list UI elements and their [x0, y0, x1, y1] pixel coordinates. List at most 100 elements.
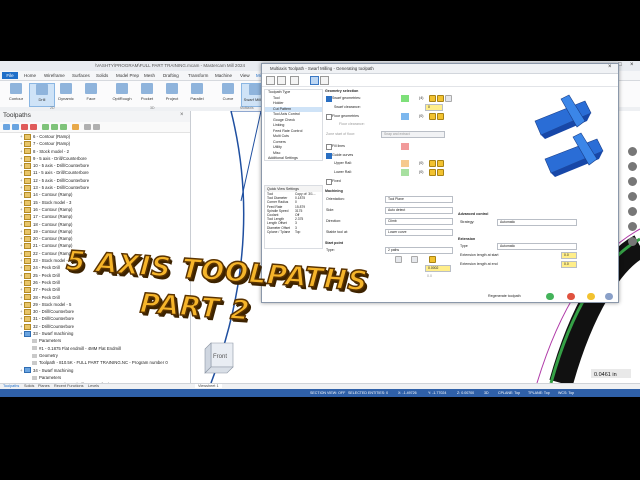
start-point-icon[interactable] — [411, 256, 418, 263]
extension-start-input[interactable]: 0.0 — [561, 252, 577, 259]
toolpath-tree-row[interactable]: +19 - Contour (Ramp) — [0, 228, 190, 235]
toolpath-tree-row[interactable]: +28 - Peck Drill — [0, 294, 190, 301]
ok-check-icon[interactable] — [546, 293, 554, 300]
menu-surfaces[interactable]: Surfaces — [72, 73, 90, 78]
ribbon-drill-button[interactable]: Drill — [29, 83, 55, 107]
toolpath-tree-row[interactable]: +6 - Contour (Ramp) — [0, 133, 190, 140]
toolpath-tree-row[interactable]: +30 - Drill/Counterbore — [0, 308, 190, 315]
orientation-select[interactable]: Tool Plane — [385, 196, 453, 203]
viewport-tool-icon[interactable] — [628, 192, 637, 201]
panel-close-icon[interactable]: × — [180, 112, 184, 118]
toolpath-tree-row[interactable]: Parameters — [0, 374, 190, 381]
lock-icon[interactable] — [93, 124, 100, 130]
toolpath-tree-row[interactable]: +32 - Drill/Counterbore — [0, 323, 190, 330]
start-point-icon[interactable] — [395, 256, 402, 263]
ribbon-face-button[interactable]: Face — [79, 83, 103, 105]
toolpath-tree-row[interactable]: +18 - Contour (Ramp) — [0, 221, 190, 228]
toolpath-tree-row[interactable]: +33 - Swarf machining — [0, 330, 190, 337]
toolpath-tree-row[interactable]: +16 - Contour (Ramp) — [0, 206, 190, 213]
view-options-icon[interactable] — [310, 76, 319, 85]
ribbon-pocket-button[interactable]: Pocket — [135, 83, 159, 105]
viewport-tool-icon[interactable] — [628, 162, 637, 171]
toolpath-tree-row[interactable]: +10 - 5 axis - Drill/Counterbore — [0, 162, 190, 170]
verify-icon[interactable] — [51, 124, 58, 130]
menu-mesh[interactable]: Mesh — [144, 73, 155, 78]
toolpath-tree-row[interactable]: +23 - Stock model - 4 — [0, 257, 190, 264]
extension-type-select[interactable]: Automatic — [497, 243, 577, 250]
tab-levels[interactable]: Levels — [88, 384, 99, 388]
backplot-icon[interactable] — [42, 124, 49, 130]
start-point-pick-icon[interactable] — [429, 256, 436, 263]
status-3d[interactable]: 3D — [484, 391, 489, 395]
toolpath-tree-row[interactable]: +11 - 5 axis - Drill/Counterbore — [0, 169, 190, 177]
status-tplane[interactable]: TPLANE: Top — [528, 391, 550, 395]
post-icon[interactable] — [72, 124, 79, 130]
zone-start-select[interactable]: Snap and extract — [381, 131, 445, 138]
tab-planes[interactable]: Planes — [38, 384, 50, 388]
swarf-clearance-input[interactable]: 0 — [425, 104, 443, 111]
toolpath-tree-row[interactable]: +29 - Stock model - 5 — [0, 301, 190, 308]
start-value-input[interactable]: 0.0002 — [425, 265, 451, 272]
select-swarf-icon[interactable] — [437, 95, 444, 102]
viewport-tool-icon[interactable] — [628, 177, 637, 186]
viewport-tool-icon[interactable] — [628, 222, 637, 231]
select-upper-rail-icon[interactable] — [437, 160, 444, 167]
toolpath-tree-row[interactable]: +31 - Drill/Counterbore — [0, 315, 190, 323]
menu-file[interactable]: File — [2, 72, 18, 79]
viewport-tool-icon[interactable] — [628, 237, 637, 246]
menu-machine[interactable]: Machine — [215, 73, 232, 78]
viewsheet-tab[interactable]: Viewsheet 1 — [195, 384, 222, 388]
select-all-icon[interactable] — [3, 124, 10, 130]
toolpath-tree-row[interactable]: +22 - Contour (Ramp) — [0, 250, 190, 257]
ribbon-parallel-button[interactable]: Parallel — [185, 83, 209, 105]
dialog-close-icon[interactable]: × — [608, 64, 612, 70]
ribbon-curve-button[interactable]: Curve — [216, 83, 240, 105]
menu-model-prep[interactable]: Model Prep — [116, 73, 139, 78]
menu-drafting[interactable]: Drafting — [163, 73, 179, 78]
toolpath-tree-row[interactable]: +27 - Peck Drill — [0, 286, 190, 294]
new-icon[interactable] — [266, 76, 275, 85]
select-lower-rail-icon[interactable] — [437, 169, 444, 176]
toolpath-tree-row[interactable]: +17 - Contour (Ramp) — [0, 213, 190, 221]
select-floor-icon[interactable] — [437, 113, 444, 120]
toolpath-tree-row[interactable]: +9 - 5 axis - Drill/Counterbore — [0, 155, 190, 162]
side-select[interactable]: Auto detect — [385, 207, 453, 214]
export-icon[interactable] — [290, 76, 299, 85]
apply-icon[interactable] — [587, 293, 595, 300]
select-lower-rail-icon[interactable] — [429, 169, 436, 176]
help-icon[interactable] — [605, 293, 613, 300]
ribbon-optirough-button[interactable]: OptiRough — [110, 83, 134, 105]
toolpath-tree-row[interactable]: +15 - Stock model - 3 — [0, 199, 190, 206]
menu-home[interactable]: Home — [24, 73, 36, 78]
toolpath-tree-row[interactable]: +21 - Contour (Ramp) — [0, 242, 190, 250]
menu-view[interactable]: View — [240, 73, 250, 78]
select-upper-rail-icon[interactable] — [429, 160, 436, 167]
toolpath-tree-row[interactable]: Geometry — [0, 352, 190, 359]
extension-end-input[interactable]: 0.0 — [561, 261, 577, 268]
toolpath-tree-row[interactable]: +25 - Peck Drill — [0, 272, 190, 279]
toolpath-tree-row[interactable]: +26 - Peck Drill — [0, 279, 190, 286]
menu-transform[interactable]: Transform — [188, 73, 208, 78]
ribbon-project-button[interactable]: Project — [160, 83, 184, 105]
save-icon[interactable] — [277, 76, 286, 85]
status-wcs[interactable]: WCS: Top — [558, 391, 574, 395]
ribbon-contour-button[interactable]: Contour — [4, 83, 28, 105]
toolpath-tree-row[interactable]: +34 - Swarf machining — [0, 367, 190, 374]
toggle-display-icon[interactable] — [84, 124, 91, 130]
parameter-tree-item[interactable]: Additional Settings — [265, 156, 322, 162]
strategy-select[interactable]: Automatic — [497, 219, 577, 226]
select-swarf-icon[interactable] — [429, 95, 436, 102]
tab-solids[interactable]: Solids — [24, 384, 34, 388]
direction-select[interactable]: Climb — [385, 218, 453, 225]
start-type-select[interactable]: 2 paths — [385, 247, 453, 254]
toolpath-tree-row[interactable]: +14 - Contour (Ramp) — [0, 191, 190, 199]
status-section-view[interactable]: SECTION VIEW: OFF — [310, 391, 345, 395]
clear-swarf-icon[interactable] — [445, 95, 452, 102]
stable-tool-select[interactable]: Lower curve — [385, 229, 453, 236]
ribbon-dynamic-button[interactable]: Dynamic — [54, 83, 78, 105]
settings-icon[interactable] — [320, 76, 329, 85]
menu-wireframe[interactable]: Wireframe — [44, 73, 65, 78]
viewport-tool-icon[interactable] — [628, 147, 637, 156]
regenerate-icon[interactable] — [21, 124, 28, 130]
regenerate-dirty-icon[interactable] — [30, 124, 37, 130]
